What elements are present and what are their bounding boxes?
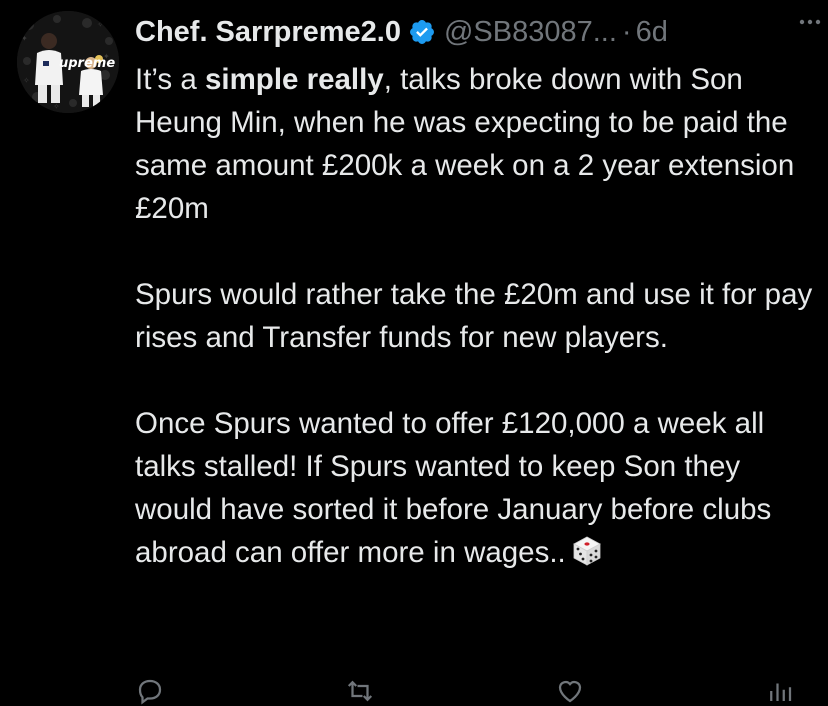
separator-dot: · (621, 15, 632, 48)
paragraph-2: Spurs would rather take the £20m and use… (135, 273, 815, 359)
paragraph-3-text: Once Spurs wanted to offer £120,000 a we… (135, 407, 772, 569)
views-icon[interactable] (765, 676, 795, 706)
svg-text:✧: ✧ (23, 76, 30, 85)
author-handle[interactable]: @SB83087... (444, 16, 617, 49)
paragraph-1: It’s a simple really, talks broke down w… (135, 58, 815, 230)
tweet-actions (135, 676, 795, 705)
timestamp[interactable]: 6d (636, 16, 668, 49)
svg-text:✧: ✧ (97, 20, 104, 29)
paragraph-1-bold: simple really (204, 63, 384, 96)
retweet-icon[interactable] (345, 676, 375, 706)
avatar-logo-text: upreme (59, 56, 115, 71)
paragraph-3: Once Spurs wanted to offer £120,000 a we… (135, 402, 815, 574)
paragraph-1-intro: It’s a (135, 63, 205, 96)
more-options-icon[interactable] (796, 8, 824, 36)
like-icon[interactable] (555, 676, 585, 706)
avatar[interactable]: ✦✧✦ ✧✦✧ upreme (17, 11, 119, 113)
reply-icon[interactable] (135, 676, 165, 706)
svg-text:✧: ✧ (53, 102, 60, 111)
tweet-text: It’s a simple really, talks broke down w… (135, 58, 815, 574)
tweet-header: Chef. Sarrpreme2.0 @SB83087... · 6d (135, 10, 808, 54)
paragraph-2-text: Spurs would rather take the £20m and use… (135, 278, 813, 354)
verified-badge-icon[interactable] (408, 18, 436, 46)
tweet[interactable]: ✦✧✦ ✧✦✧ upreme Chef. Sarrpreme2.0 @SB (0, 0, 828, 705)
display-name[interactable]: Chef. Sarrpreme2.0 (135, 16, 401, 49)
svg-text:✦: ✦ (21, 34, 28, 43)
game-die-icon (572, 536, 601, 566)
